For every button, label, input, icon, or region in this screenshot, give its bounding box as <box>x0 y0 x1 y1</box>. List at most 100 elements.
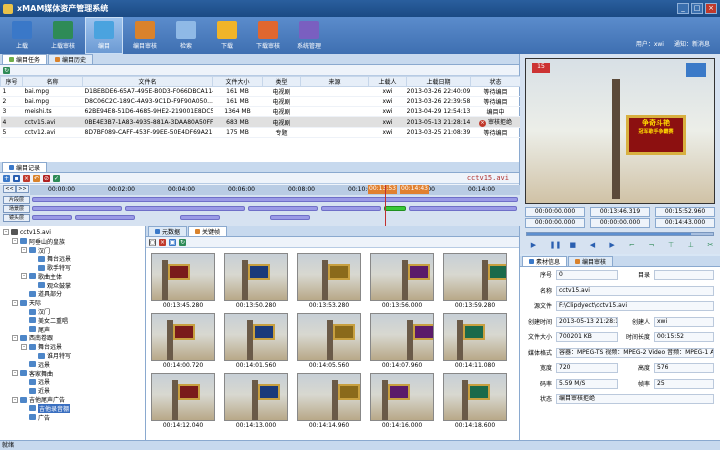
pause-icon[interactable]: ❚❚ <box>550 242 562 249</box>
field-value[interactable]: 720 <box>556 363 618 373</box>
tree-toggle-icon[interactable]: - <box>21 343 27 350</box>
tree-toggle-icon[interactable]: - <box>12 370 18 377</box>
maximize-button[interactable]: □ <box>691 3 703 14</box>
column-header[interactable]: 上载日期 <box>406 76 471 87</box>
add-icon[interactable]: + <box>3 174 10 182</box>
tree-node[interactable]: 远景 <box>3 378 145 386</box>
tree-node[interactable]: 汉门 <box>3 307 145 316</box>
prev-frame-icon[interactable]: ◀ <box>589 242 596 249</box>
tree-node[interactable]: 近景 <box>3 386 145 395</box>
keyframe-item[interactable]: 00:14:13.000 <box>222 373 290 433</box>
tree-toggle-icon[interactable]: - <box>3 229 9 236</box>
goto-out-icon[interactable]: ⊥ <box>687 242 694 249</box>
table-row[interactable]: 2 bai.mpg D8C06C2C-189C-4A93-9C1D-F9F90A05… <box>0 96 521 107</box>
timeline[interactable]: 00:00:00 00:02:00 00:04:00 00:06:00 00:08:00… <box>0 185 520 226</box>
keyframe-item[interactable]: 00:14:07.960 <box>368 313 436 373</box>
keyframe-item[interactable]: 00:14:11.080 <box>441 313 509 373</box>
tab-catalog-review[interactable]: 编目审核 <box>568 256 614 266</box>
field-value[interactable]: 容器：MPEG-TS 视频：MPEG-2 Video 音频：MPEG-1 Aud… <box>556 347 714 358</box>
tree-node[interactable]: 舞台远景 <box>3 254 145 263</box>
toolbar-button-0[interactable]: 上载 <box>3 17 41 54</box>
play-icon[interactable]: ▶ <box>530 242 537 249</box>
video-player[interactable]: 15 争奇斗艳 冠军歌手争霸赛 <box>525 58 715 204</box>
tab-material-info[interactable]: 素材信息 <box>522 256 568 266</box>
table-row[interactable]: 3 meishi.ts 62BE94E8-51D6-4685-9HE2-219001… <box>0 106 521 117</box>
toolbar-button-4[interactable]: 检索 <box>167 17 205 54</box>
column-header[interactable]: 类型 <box>262 76 301 87</box>
mark-in-icon[interactable]: ⌐ <box>628 242 635 249</box>
tree-node[interactable]: 道具部分 <box>3 290 145 298</box>
goto-in-icon[interactable]: ⊤ <box>668 242 675 249</box>
tree-toggle-icon[interactable]: - <box>12 238 18 245</box>
check-icon[interactable]: ✓ <box>53 174 60 182</box>
timeline-back-button[interactable]: << <box>3 185 16 193</box>
field-value[interactable]: 700201 KB <box>556 332 618 342</box>
tree-node[interactable]: - 天际 <box>3 298 145 307</box>
column-header[interactable]: 状态 <box>470 76 521 87</box>
column-header[interactable]: 上载人 <box>368 76 407 87</box>
capture-icon[interactable]: ◙ <box>149 238 156 246</box>
tree-node[interactable]: - 歌曲主体 <box>3 272 145 281</box>
scene-bar[interactable] <box>32 206 122 211</box>
toolbar-button-3[interactable]: 编目审核 <box>126 17 164 54</box>
scene-track[interactable] <box>30 205 520 212</box>
scene-bar[interactable] <box>248 206 318 211</box>
column-header[interactable]: 文件名 <box>82 76 213 87</box>
column-header[interactable]: 文件大小 <box>212 76 263 87</box>
shot-bar[interactable] <box>75 215 135 220</box>
tree-node[interactable]: 歌手特写 <box>3 263 145 272</box>
keyframe-item[interactable]: 00:13:59.280 <box>441 253 509 313</box>
undo-icon[interactable]: ↶ <box>33 174 40 182</box>
forbid-icon[interactable]: ⊘ <box>43 174 50 182</box>
playback-slider[interactable] <box>526 232 714 236</box>
copy-icon[interactable]: ▣ <box>169 238 176 246</box>
save-icon[interactable]: ▪ <box>13 174 20 182</box>
field-value[interactable]: 2013-05-13 21:28:14 <box>556 316 618 327</box>
notice-link[interactable]: 新消息 <box>692 41 710 48</box>
tree-node[interactable]: - 舞台远景 <box>3 342 145 351</box>
field-value[interactable]: 25 <box>654 378 714 389</box>
tree-node[interactable]: 谁月特写 <box>3 351 145 360</box>
toolbar-button-7[interactable]: 系统管理 <box>290 17 328 54</box>
playhead[interactable] <box>385 185 386 226</box>
column-header[interactable]: 序号 <box>0 76 23 87</box>
tree-node[interactable]: - 汉门 <box>3 246 145 255</box>
minimize-button[interactable]: _ <box>677 3 689 14</box>
next-frame-icon[interactable]: ▶ <box>609 242 616 249</box>
keyframe-item[interactable]: 00:14:05.560 <box>295 313 363 373</box>
keyframe-item[interactable]: 00:14:16.000 <box>368 373 436 433</box>
field-value[interactable]: F:\Clipdyect\cctv15.avi <box>556 301 714 311</box>
tree-node[interactable]: - 阿垂山的皇族 <box>3 237 145 246</box>
field-value[interactable]: 0 <box>556 270 618 280</box>
timeline-forward-button[interactable]: >> <box>16 185 29 193</box>
tab-catalog-task[interactable]: 编目任务 <box>2 54 48 64</box>
keyframe-item[interactable]: 00:14:14.960 <box>295 373 363 433</box>
table-row[interactable]: 1 bai.mpg D1BEBDE6-65A7-495E-B0D3-F066DBCA… <box>0 86 521 97</box>
tree-toggle-icon[interactable]: - <box>21 273 27 280</box>
tree-toggle-icon[interactable]: - <box>12 396 18 403</box>
segment-track[interactable] <box>30 196 520 203</box>
scene-bar[interactable] <box>409 206 517 211</box>
field-value[interactable]: 5.59 M/S <box>556 378 618 389</box>
keyframe-item[interactable]: 00:13:53.280 <box>295 253 363 313</box>
tree-node[interactable]: 美女二重唱 <box>3 316 145 325</box>
keyframe-item[interactable]: 00:14:00.720 <box>149 313 217 373</box>
tree-node[interactable]: - cctv15.avi <box>3 228 145 237</box>
tree-node[interactable]: 吉他录音棚 <box>3 403 145 413</box>
scene-bar[interactable] <box>125 206 245 211</box>
table-row[interactable]: 5 cctv12.avi 8D7BF089-CAFF-453F-99EE-50E4D… <box>0 127 521 138</box>
mark-out-icon[interactable]: ¬ <box>648 242 655 249</box>
scene-bar[interactable] <box>321 206 381 211</box>
toolbar-button-1[interactable]: 上载审核 <box>44 17 82 54</box>
shot-bar[interactable] <box>32 215 72 220</box>
scene-bar-selected[interactable] <box>384 206 406 211</box>
column-header[interactable]: 来源 <box>300 76 369 87</box>
tab-metadata[interactable]: 元数据 <box>148 226 188 236</box>
toolbar-button-5[interactable]: 下载 <box>208 17 246 54</box>
field-value[interactable] <box>654 270 714 280</box>
keyframe-item[interactable]: 00:14:12.040 <box>149 373 217 433</box>
tree-toggle-icon[interactable]: - <box>21 246 27 253</box>
toolbar-button-6[interactable]: 下载审核 <box>249 17 287 54</box>
field-value[interactable]: 编目审核拒绝 <box>556 394 714 404</box>
keyframe-item[interactable]: 00:14:18.600 <box>441 373 509 433</box>
